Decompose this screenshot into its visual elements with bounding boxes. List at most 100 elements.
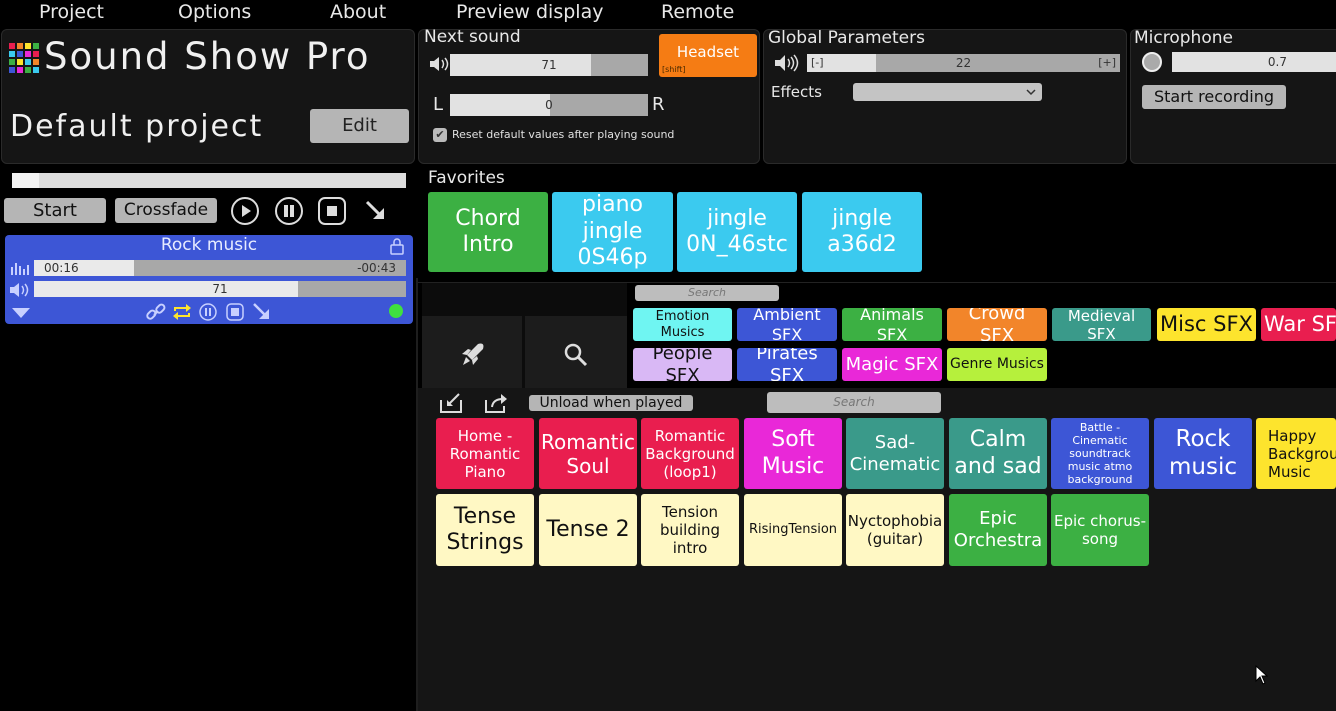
category-medieval-sfx[interactable]: Medieval SFX <box>1052 308 1151 341</box>
start-recording-button[interactable]: Start recording <box>1142 85 1286 109</box>
next-sound-panel: Next sound 71 Headset [shift] L 0 R ✔ Re… <box>418 27 760 164</box>
pan-slider[interactable]: 0 <box>450 94 648 116</box>
sound-tension-building-intro[interactable]: Tension building intro <box>641 494 739 566</box>
sound-happy-background-music[interactable]: Happy Background Music <box>1256 418 1336 489</box>
mouse-cursor-icon <box>1255 665 1269 685</box>
favorite-chord-intro[interactable]: Chord Intro <box>428 192 548 272</box>
global-volume-value: 22 <box>955 56 972 70</box>
menu-preview-display[interactable]: Preview display <box>456 0 603 24</box>
pan-value: 0 <box>545 98 553 112</box>
now-playing-volume-value: 71 <box>212 282 228 296</box>
sound-sad-cinematic[interactable]: Sad-Cinematic <box>846 418 944 489</box>
category-ambient-sfx[interactable]: Ambient SFX <box>737 308 837 341</box>
launch-button[interactable] <box>422 316 522 388</box>
global-speaker-icon <box>775 54 799 72</box>
card-stop-icon[interactable] <box>225 302 245 322</box>
now-playing-progress[interactable]: 00:16 -00:43 <box>34 260 406 276</box>
sound-nyctophobia-guitar[interactable]: Nyctophobia (guitar) <box>846 494 944 566</box>
loop-icon[interactable] <box>171 302 193 322</box>
headset-button[interactable]: Headset [shift] <box>659 34 757 77</box>
sound-romantic-soul[interactable]: Romantic Soul <box>539 418 637 489</box>
sound-risingtension[interactable]: RisingTension <box>744 494 842 566</box>
global-plus[interactable]: [+] <box>1098 54 1116 72</box>
microphone-level-slider[interactable]: 0.7 <box>1172 52 1336 72</box>
category-pirates-sfx[interactable]: Pirates SFX <box>737 348 837 381</box>
card-pause-icon[interactable] <box>198 302 218 322</box>
effects-label: Effects <box>771 83 822 101</box>
playing-status-indicator <box>389 304 403 318</box>
global-volume-slider[interactable]: [-] 22 [+] <box>807 54 1120 72</box>
menu-remote[interactable]: Remote <box>661 0 734 24</box>
export-icon[interactable] <box>483 392 509 414</box>
microphone-level-value: 0.7 <box>1267 55 1287 69</box>
category-war-sfx[interactable]: War SFX <box>1261 308 1336 341</box>
next-sound-volume-value: 71 <box>541 58 557 72</box>
favorite-jingle-a36d2[interactable]: jingle a36d2 <box>802 192 922 272</box>
effects-dropdown[interactable] <box>853 83 1042 101</box>
reset-checkbox[interactable]: ✔ <box>433 128 447 142</box>
menu-options[interactable]: Options <box>178 0 251 24</box>
chevron-down-icon <box>1026 89 1036 96</box>
pan-right-label: R <box>652 94 665 115</box>
menu-about[interactable]: About <box>330 0 386 24</box>
play-icon[interactable] <box>231 197 259 225</box>
sound-home-romantic-piano[interactable]: Home - Romantic Piano <box>436 418 534 489</box>
now-playing-card[interactable]: Rock music 00:16 -00:43 71 <box>5 235 413 324</box>
collapse-arrow-icon[interactable] <box>10 306 32 320</box>
microphone-toggle[interactable] <box>1142 52 1162 72</box>
edit-button[interactable]: Edit <box>310 109 409 143</box>
master-progress-bar[interactable] <box>12 173 406 188</box>
sound-tense-strings[interactable]: Tense Strings <box>436 494 534 566</box>
rocket-icon <box>462 343 484 365</box>
sound-rock-music[interactable]: Rock music <box>1154 418 1252 489</box>
reset-label: Reset default values after playing sound <box>452 128 675 141</box>
search-icon <box>564 343 588 367</box>
headset-hint: [shift] <box>662 65 686 74</box>
sound-romantic-background-loop1[interactable]: Romantic Background (loop1) <box>641 418 739 489</box>
now-playing-title: Rock music <box>160 235 258 255</box>
app-title: Sound Show Pro <box>44 35 371 78</box>
category-genre-musics[interactable]: Genre Musics <box>947 348 1047 381</box>
favorite-jingle-0n-46stc[interactable]: jingle 0N_46stc <box>677 192 797 272</box>
remaining-time: -00:43 <box>357 261 396 275</box>
sound-battle-cinematic-soundtrack-music-atmo-background[interactable]: Battle - Cinematic soundtrack music atmo… <box>1051 418 1149 489</box>
next-sound-speaker-icon <box>430 57 449 71</box>
link-icon[interactable] <box>145 302 167 322</box>
headset-label: Headset <box>676 43 740 61</box>
elapsed-time: 00:16 <box>44 261 79 275</box>
category-search-input[interactable]: Search <box>635 285 779 301</box>
start-button[interactable]: Start <box>4 198 106 223</box>
category-emotion-musics[interactable]: Emotion Musics <box>633 308 732 341</box>
category-crowd-sfx[interactable]: Crowd SFX <box>947 308 1047 341</box>
import-icon[interactable] <box>438 392 464 414</box>
category-misc-sfx[interactable]: Misc SFX <box>1157 308 1256 341</box>
sound-search-input[interactable]: Search <box>767 392 941 413</box>
fade-out-arrow-icon[interactable] <box>364 199 388 223</box>
microphone-label: Microphone <box>1134 28 1233 48</box>
project-panel: Sound Show Pro Default project Edit <box>1 29 415 164</box>
category-magic-sfx[interactable]: Magic SFX <box>842 348 942 381</box>
next-sound-volume[interactable]: 71 <box>450 54 648 76</box>
stop-icon[interactable] <box>318 197 346 225</box>
favorites-label: Favorites <box>428 168 505 188</box>
waveform-icon <box>11 263 29 275</box>
sound-soft-music[interactable]: Soft Music <box>744 418 842 489</box>
find-button[interactable] <box>525 316 627 388</box>
now-playing-volume[interactable]: 71 <box>34 281 406 297</box>
speaker-icon <box>10 283 29 297</box>
microphone-panel: Microphone 0.7 Start recording <box>1130 28 1336 164</box>
favorite-piano-jingle-0s46p[interactable]: piano jingle 0S46p <box>552 192 673 272</box>
card-fade-out-icon[interactable] <box>252 302 272 322</box>
category-people-sfx[interactable]: People SFX <box>633 348 732 381</box>
sound-epic-chorus-song[interactable]: Epic chorus-song <box>1051 494 1149 566</box>
category-animals-sfx[interactable]: Animals SFX <box>842 308 942 341</box>
sound-tense-2[interactable]: Tense 2 <box>539 494 637 566</box>
menu-project[interactable]: Project <box>39 0 104 24</box>
sound-epic-orchestra[interactable]: Epic Orchestra <box>949 494 1047 566</box>
sound-calm-and-sad[interactable]: Calm and sad <box>949 418 1047 489</box>
unload-when-played-toggle[interactable]: Unload when played <box>529 395 693 411</box>
crossfade-button[interactable]: Crossfade <box>115 198 217 223</box>
pause-icon[interactable] <box>275 197 303 225</box>
lock-icon[interactable] <box>389 237 405 255</box>
next-sound-label: Next sound <box>424 27 521 47</box>
